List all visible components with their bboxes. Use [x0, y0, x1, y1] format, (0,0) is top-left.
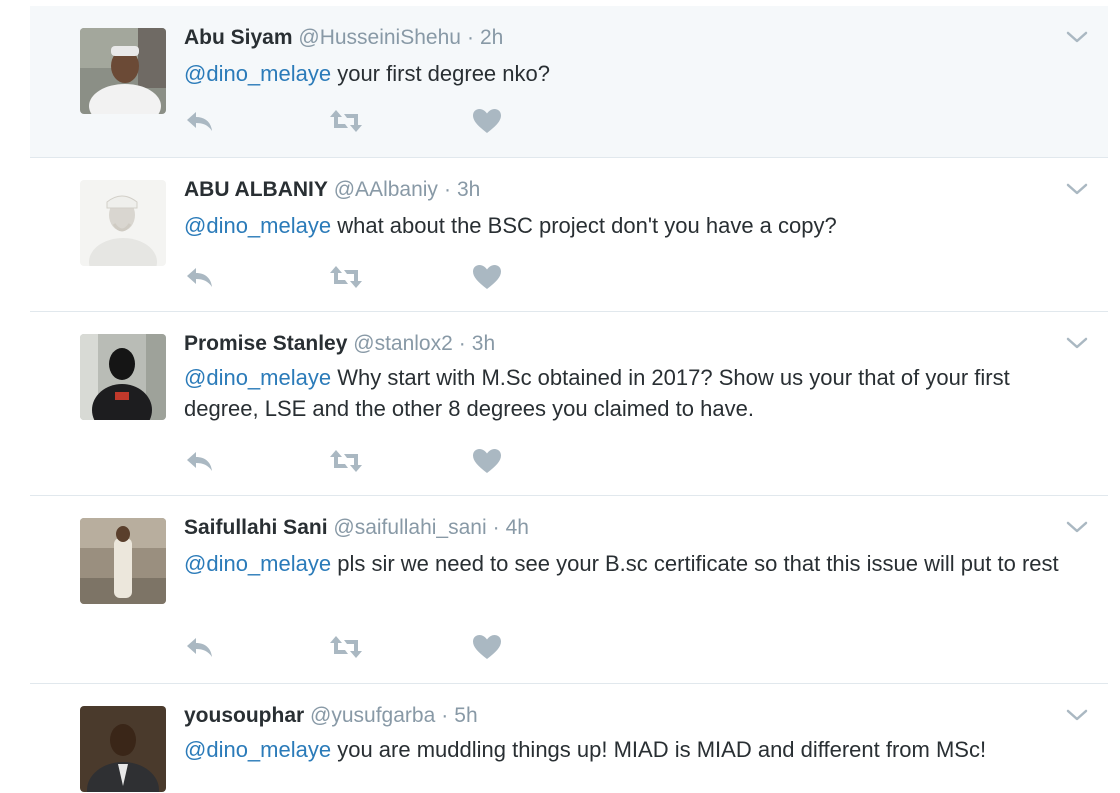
- retweet-icon[interactable]: [328, 264, 364, 294]
- separator-dot: ·: [443, 178, 451, 201]
- user-handle[interactable]: @yusufgarba: [310, 704, 435, 727]
- chevron-down-icon[interactable]: [1066, 520, 1088, 534]
- tweet[interactable]: yousouphar @yusufgarba · 5h @dino_melaye y…: [30, 684, 1108, 793]
- tweet-header: Promise Stanley @stanlox2 · 3h: [184, 332, 495, 356]
- tweet-header: ABU ALBANIY @AAlbaniy · 3h: [184, 178, 480, 202]
- user-fullname[interactable]: Saifullahi Sani: [184, 516, 328, 539]
- tweet-actions: [184, 108, 584, 138]
- tweet-text: @dino_melaye what about the BSC project …: [184, 210, 1084, 241]
- tweet[interactable]: Promise Stanley @stanlox2 · 3h @dino_melay…: [30, 312, 1108, 496]
- user-fullname[interactable]: ABU ALBANIY: [184, 178, 328, 201]
- mention-link[interactable]: @dino_melaye: [184, 551, 331, 576]
- avatar[interactable]: [80, 518, 166, 604]
- heart-icon[interactable]: [472, 634, 508, 664]
- tweet-header: Saifullahi Sani @saifullahi_sani · 4h: [184, 516, 529, 540]
- reply-icon[interactable]: [184, 634, 220, 664]
- separator-dot: ·: [492, 516, 500, 539]
- separator-dot: ·: [441, 704, 449, 727]
- user-handle[interactable]: @saifullahi_sani: [333, 516, 486, 539]
- mention-link[interactable]: @dino_melaye: [184, 61, 331, 86]
- tweet-timestamp[interactable]: 3h: [457, 178, 480, 201]
- user-fullname[interactable]: Abu Siyam: [184, 26, 293, 49]
- heart-icon[interactable]: [472, 108, 508, 138]
- separator-dot: ·: [458, 332, 466, 355]
- tweet-text: @dino_melaye pls sir we need to see your…: [184, 548, 1084, 579]
- tweet[interactable]: Saifullahi Sani @saifullahi_sani · 4h @din…: [30, 496, 1108, 684]
- avatar[interactable]: [80, 334, 166, 420]
- avatar[interactable]: [80, 28, 166, 114]
- user-fullname[interactable]: yousouphar: [184, 704, 304, 727]
- tweet-timestamp[interactable]: 3h: [472, 332, 495, 355]
- chevron-down-icon[interactable]: [1066, 336, 1088, 350]
- chevron-down-icon[interactable]: [1066, 708, 1088, 722]
- tweet-actions: [184, 448, 584, 478]
- tweet-text: @dino_melaye Why start with M.Sc obtaine…: [184, 362, 1084, 424]
- retweet-icon[interactable]: [328, 634, 364, 664]
- tweet-timestamp[interactable]: 2h: [480, 26, 503, 49]
- tweet-header: Abu Siyam @HusseiniShehu · 2h: [184, 26, 503, 50]
- tweet-text: @dino_melaye your first degree nko?: [184, 58, 1084, 89]
- tweet-text-content: what about the BSC project don't you hav…: [331, 213, 837, 238]
- mention-link[interactable]: @dino_melaye: [184, 365, 331, 390]
- user-handle[interactable]: @stanlox2: [353, 332, 453, 355]
- tweet-feed: Abu Siyam @HusseiniShehu · 2h @dino_melaye…: [0, 0, 1120, 793]
- heart-icon[interactable]: [472, 448, 508, 478]
- avatar[interactable]: [80, 180, 166, 266]
- tweet[interactable]: Abu Siyam @HusseiniShehu · 2h @dino_melaye…: [30, 6, 1108, 158]
- user-handle[interactable]: @HusseiniShehu: [298, 26, 461, 49]
- retweet-icon[interactable]: [328, 108, 364, 138]
- chevron-down-icon[interactable]: [1066, 30, 1088, 44]
- retweet-icon[interactable]: [328, 448, 364, 478]
- separator-dot: ·: [466, 26, 474, 49]
- mention-link[interactable]: @dino_melaye: [184, 737, 331, 762]
- tweet-text-content: you are muddling things up! MIAD is MIAD…: [331, 737, 987, 762]
- mention-link[interactable]: @dino_melaye: [184, 213, 331, 238]
- chevron-down-icon[interactable]: [1066, 182, 1088, 196]
- reply-icon[interactable]: [184, 108, 220, 138]
- tweet-timestamp[interactable]: 5h: [454, 704, 477, 727]
- tweet-text-content: your first degree nko?: [331, 61, 550, 86]
- heart-icon[interactable]: [472, 264, 508, 294]
- tweet[interactable]: ABU ALBANIY @AAlbaniy · 3h @dino_melaye wh…: [30, 158, 1108, 312]
- tweet-actions: [184, 634, 584, 664]
- reply-icon[interactable]: [184, 448, 220, 478]
- tweet-text: @dino_melaye you are muddling things up!…: [184, 734, 1084, 765]
- tweet-header: yousouphar @yusufgarba · 5h: [184, 704, 478, 728]
- user-fullname[interactable]: Promise Stanley: [184, 332, 347, 355]
- avatar[interactable]: [80, 706, 166, 792]
- tweet-timestamp[interactable]: 4h: [506, 516, 529, 539]
- tweet-actions: [184, 264, 584, 294]
- tweet-text-content: pls sir we need to see your B.sc certifi…: [331, 551, 1059, 576]
- reply-icon[interactable]: [184, 264, 220, 294]
- user-handle[interactable]: @AAlbaniy: [334, 178, 438, 201]
